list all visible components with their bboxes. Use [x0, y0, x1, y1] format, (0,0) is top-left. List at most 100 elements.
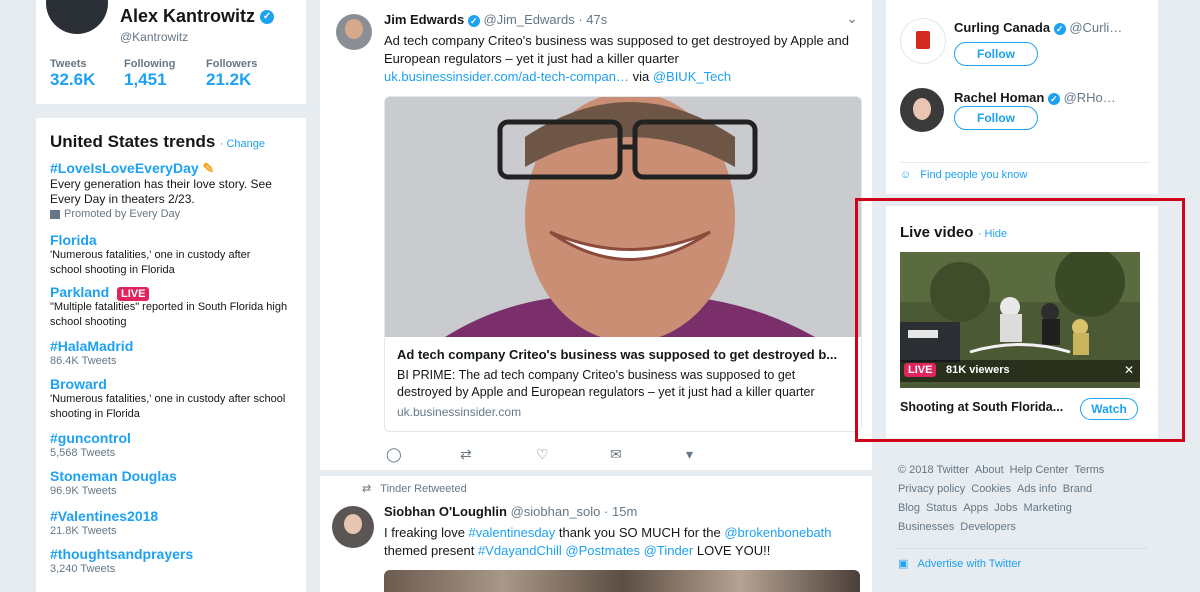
trend-name: #Valentines2018: [50, 508, 159, 524]
trend-item[interactable]: Parkland LIVE "Multiple fatalities" repo…: [50, 284, 290, 330]
stat-following-label: Following: [124, 58, 176, 70]
tweet-timestamp[interactable]: · 15m: [604, 504, 637, 519]
suggestion-handle[interactable]: @RHo…: [1064, 90, 1116, 105]
trend-item[interactable]: #Valentines2018 21.8K Tweets: [50, 508, 290, 539]
like-icon[interactable]: ♡: [536, 446, 549, 463]
mention-link[interactable]: @brokenbonebath: [724, 525, 831, 540]
tweet-via-handle[interactable]: @BIUK_Tech: [653, 69, 731, 84]
trend-count: 96.9K Tweets: [50, 485, 117, 497]
stat-following[interactable]: Following 1,451: [124, 58, 175, 90]
tweet-avatar[interactable]: [336, 14, 372, 50]
footer-link-developers[interactable]: Developers: [960, 521, 1016, 533]
suggestion-header: Curling Canada ✓ @Curli…: [954, 20, 1122, 35]
trend-item[interactable]: #guncontrol 5,568 Tweets: [50, 430, 290, 461]
maple-leaf-icon: [916, 31, 930, 49]
trends-card: United States trends · Change #LoveIsLov…: [36, 118, 306, 592]
link-card-domain: uk.businessinsider.com: [397, 405, 522, 419]
footer-link-privacy[interactable]: Privacy policy: [898, 483, 965, 495]
stat-following-value: 1,451: [124, 70, 167, 89]
suggestion-name[interactable]: Rachel Homan: [954, 90, 1044, 105]
profile-name-text[interactable]: Alex Kantrowitz: [120, 6, 255, 26]
direct-message-icon[interactable]: ✉: [610, 446, 622, 463]
reply-icon[interactable]: ◯: [386, 446, 402, 463]
trends-change-link[interactable]: · Change: [220, 138, 265, 150]
rachel-homan-avatar[interactable]: [900, 88, 944, 132]
stat-followers[interactable]: Followers 21.2K: [206, 58, 257, 90]
tweet-author-name[interactable]: Jim Edwards: [384, 12, 464, 27]
footer-link-brand[interactable]: Brand: [1063, 483, 1092, 495]
tweet-text: Ad tech company Criteo's business was su…: [384, 32, 864, 86]
footer-link-blog[interactable]: Blog: [898, 502, 920, 514]
profile-name[interactable]: Alex Kantrowitz ✓: [120, 6, 275, 27]
trend-name: #guncontrol: [50, 430, 131, 446]
stat-tweets[interactable]: Tweets 32.6K: [50, 58, 95, 90]
footer-link-status[interactable]: Status: [926, 502, 957, 514]
profile-avatar[interactable]: [46, 0, 108, 34]
trend-name: #LoveIsLoveEveryDay ✎: [50, 160, 290, 177]
footer-link-help-center[interactable]: Help Center: [1010, 464, 1069, 476]
tweet-link[interactable]: uk.businessinsider.com/ad-tech-compan…: [384, 69, 629, 84]
footer-link-businesses[interactable]: Businesses: [898, 521, 954, 533]
find-people-text: Find people you know: [920, 169, 1028, 181]
suggestion-handle[interactable]: @Curli…: [1069, 20, 1122, 35]
trend-item[interactable]: Florida 'Numerous fatalities,' one in cu…: [50, 232, 290, 278]
follow-suggestion: Rachel Homan ✓ @RHo… Follow: [900, 84, 1150, 140]
trend-description: 'Numerous fatalities,' one in custody af…: [50, 393, 286, 420]
follow-button[interactable]: Follow: [954, 106, 1038, 130]
link-card-description: BI PRIME: The ad tech company Criteo's b…: [397, 368, 815, 399]
footer-link-cookies[interactable]: Cookies: [971, 483, 1011, 495]
trend-item[interactable]: #HalaMadrid 86.4K Tweets: [50, 338, 290, 369]
link-card-title: Ad tech company Criteo's business was su…: [397, 347, 838, 362]
footer-link-ads-info[interactable]: Ads info: [1017, 483, 1057, 495]
trend-item[interactable]: Broward 'Numerous fatalities,' one in cu…: [50, 376, 290, 422]
retweet-context-icon: ⇄: [362, 483, 372, 495]
chevron-down-icon[interactable]: ⌄: [846, 10, 858, 27]
curling-canada-logo[interactable]: [900, 18, 946, 64]
tweet-avatar[interactable]: [332, 506, 374, 548]
retweet-icon[interactable]: ⇄: [460, 446, 472, 463]
hashtag-link[interactable]: #valentinesday: [469, 525, 556, 540]
trend-promoted: Promoted by Every Day: [50, 207, 290, 222]
follow-button[interactable]: Follow: [954, 42, 1038, 66]
trend-item[interactable]: Stoneman Douglas 96.9K Tweets: [50, 468, 290, 499]
tweet-media[interactable]: [384, 570, 860, 592]
suggestion-name[interactable]: Curling Canada: [954, 20, 1050, 35]
tweet-author-name[interactable]: Siobhan O'Loughlin: [384, 504, 507, 519]
find-people-link[interactable]: ☺ Find people you know: [900, 162, 1150, 181]
footer-link-terms[interactable]: Terms: [1074, 464, 1104, 476]
mention-link[interactable]: @Postmates: [565, 543, 640, 558]
mention-link[interactable]: @Tinder: [644, 543, 694, 558]
tweet-author-handle[interactable]: @Jim_Edwards: [483, 12, 574, 27]
hashtag-link[interactable]: #VdayandChill: [478, 543, 562, 558]
footer-link-marketing[interactable]: Marketing: [1024, 502, 1072, 514]
trend-name-text: #LoveIsLoveEveryDay: [50, 160, 199, 176]
trend-count: 5,568 Tweets: [50, 447, 116, 459]
link-card[interactable]: Ad tech company Criteo's business was su…: [384, 96, 862, 432]
trend-item[interactable]: #thoughtsandprayers 3,240 Tweets: [50, 546, 290, 577]
trend-name: #HalaMadrid: [50, 338, 134, 354]
who-to-follow-card: Curling Canada ✓ @Curli… Follow Rachel H…: [886, 0, 1158, 194]
trend-item[interactable]: #LoveIsLoveEveryDay ✎ Every generation h…: [50, 160, 290, 222]
verified-icon: ✓: [260, 10, 275, 25]
profile-handle[interactable]: @Kantrowitz: [120, 30, 188, 44]
trend-description: 'Numerous fatalities,' one in custody af…: [50, 249, 251, 276]
live-badge: LIVE: [117, 287, 150, 301]
advertise-icon: ▣: [898, 558, 909, 570]
tweet-via: via: [632, 69, 650, 84]
trend-name: Florida: [50, 232, 97, 248]
tweet-author-handle[interactable]: @siobhan_solo: [511, 504, 601, 519]
tweet-timestamp[interactable]: · 47s: [578, 12, 607, 27]
analytics-icon[interactable]: ▾: [686, 446, 693, 463]
stat-tweets-value: 32.6K: [50, 70, 96, 89]
footer-link-apps[interactable]: Apps: [963, 502, 988, 514]
footer-link-about[interactable]: About: [975, 464, 1004, 476]
follow-suggestion: Curling Canada ✓ @Curli… Follow: [900, 14, 1150, 70]
tweet-jim-edwards[interactable]: Jim Edwards ✓ @Jim_Edwards · 47s ⌄ Ad te…: [320, 0, 872, 470]
stat-tweets-label: Tweets: [50, 58, 87, 70]
tweet-siobhan[interactable]: ⇄ Tinder Retweeted Siobhan O'Loughlin @s…: [320, 476, 872, 592]
footer-link-jobs[interactable]: Jobs: [994, 502, 1017, 514]
trend-description: Every generation has their love story. S…: [50, 177, 272, 206]
tweet-text-segment: I freaking love: [384, 525, 469, 540]
advertise-link[interactable]: ▣ Advertise with Twitter: [898, 548, 1148, 570]
retweet-context-text[interactable]: Tinder Retweeted: [380, 483, 466, 495]
